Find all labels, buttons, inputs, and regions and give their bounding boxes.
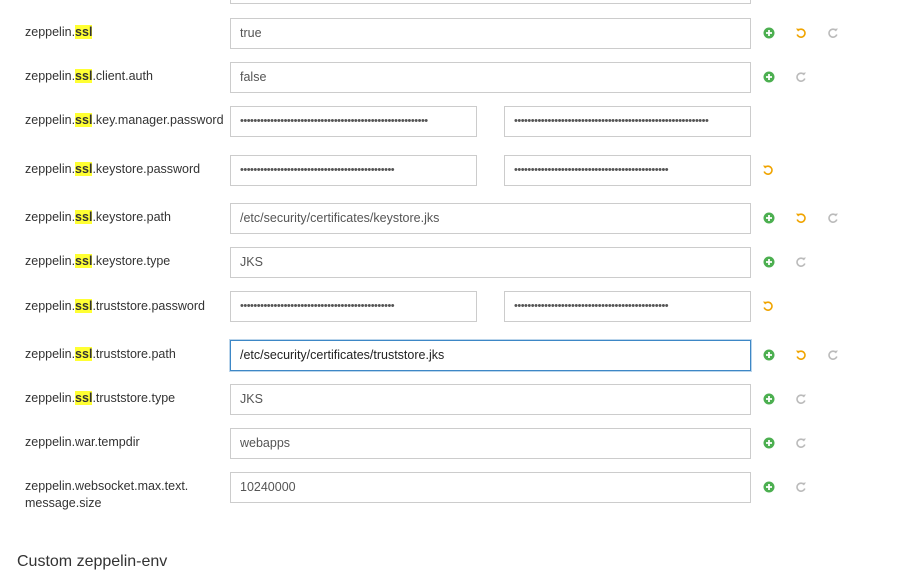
property-label-zeppelin-ssl: zeppelin.ssl [25, 24, 93, 41]
redo-icon[interactable] [826, 26, 840, 40]
label-rest: .keystore.password [92, 162, 201, 176]
add-icon[interactable] [762, 436, 776, 450]
add-icon[interactable] [762, 70, 776, 84]
redo-icon[interactable] [794, 480, 808, 494]
redo-icon[interactable] [794, 436, 808, 450]
add-icon[interactable] [762, 211, 776, 225]
property-value-input[interactable]: /etc/security/certificates/truststore.jk… [230, 340, 751, 371]
undo-icon[interactable] [794, 26, 808, 40]
property-label-zeppelin-websocket-max-text-message-size: zeppelin.websocket.max.text. message.siz… [25, 478, 188, 512]
label-rest: .keystore.path [92, 210, 171, 224]
label-prefix: zeppelin. [25, 299, 76, 313]
section-title: Custom zeppelin-env [17, 553, 168, 570]
property-label-zeppelin-ssl-truststore-password: zeppelin.ssl.truststore.password [25, 298, 205, 315]
password-confirm-input[interactable]: ••••••••••••••••••••••••••••••••••••••••… [504, 155, 751, 186]
search-highlight: ssl [75, 254, 93, 268]
property-value-input[interactable]: webapps [230, 428, 751, 459]
label-prefix: zeppelin. [25, 113, 76, 127]
search-highlight: ssl [75, 299, 93, 313]
property-label-zeppelin-ssl-keystore-path: zeppelin.ssl.keystore.path [25, 209, 171, 226]
search-highlight: ssl [75, 347, 93, 361]
property-label-zeppelin-ssl-truststore-type: zeppelin.ssl.truststore.type [25, 390, 175, 407]
search-highlight: ssl [75, 113, 93, 127]
property-label-zeppelin-ssl-keystore-type: zeppelin.ssl.keystore.type [25, 253, 170, 270]
label-rest: .truststore.password [92, 299, 205, 313]
undo-icon[interactable] [794, 348, 808, 362]
property-value-input[interactable]: /etc/security/certificates/keystore.jks [230, 203, 751, 234]
password-input[interactable]: ••••••••••••••••••••••••••••••••••••••••… [230, 155, 477, 186]
undo-icon[interactable] [794, 211, 808, 225]
property-label-zeppelin-ssl-client-auth: zeppelin.ssl.client.auth [25, 68, 153, 85]
search-highlight: ssl [75, 210, 93, 224]
label-rest: .keystore.type [92, 254, 171, 268]
property-label-zeppelin-war-tempdir: zeppelin.war.tempdir [25, 435, 140, 449]
password-confirm-input[interactable]: ••••••••••••••••••••••••••••••••••••••••… [504, 291, 751, 322]
label-prefix: zeppelin. [25, 162, 76, 176]
label-prefix: zeppelin. [25, 25, 76, 39]
label-prefix: zeppelin. [25, 69, 76, 83]
label-line-2: message.size [25, 496, 102, 510]
add-icon[interactable] [762, 348, 776, 362]
password-input[interactable]: ••••••••••••••••••••••••••••••••••••••••… [230, 106, 477, 137]
label-rest: .client.auth [92, 69, 153, 83]
search-highlight: ssl [75, 162, 93, 176]
property-value-input[interactable]: JKS [230, 384, 751, 415]
property-label-zeppelin-ssl-keystore-password: zeppelin.ssl.keystore.password [25, 161, 200, 178]
undo-icon[interactable] [761, 163, 775, 177]
search-highlight: ssl [75, 391, 93, 405]
redo-icon[interactable] [794, 70, 808, 84]
redo-icon[interactable] [826, 211, 840, 225]
property-value-input[interactable]: 10240000 [230, 472, 751, 503]
previous-property-input[interactable] [230, 0, 751, 4]
password-input[interactable]: ••••••••••••••••••••••••••••••••••••••••… [230, 291, 477, 322]
redo-icon[interactable] [794, 255, 808, 269]
property-label-zeppelin-ssl-truststore-path: zeppelin.ssl.truststore.path [25, 346, 176, 363]
search-highlight: ssl [75, 25, 93, 39]
property-label-zeppelin-ssl-key-manager-password: zeppelin.ssl.key.manager.password [25, 112, 224, 129]
label-rest: .truststore.type [92, 391, 176, 405]
label-prefix: zeppelin. [25, 254, 76, 268]
search-highlight: ssl [75, 69, 93, 83]
label-prefix: zeppelin. [25, 391, 76, 405]
property-value-input[interactable]: false [230, 62, 751, 93]
redo-icon[interactable] [826, 348, 840, 362]
add-icon[interactable] [762, 26, 776, 40]
label-rest: .truststore.path [92, 347, 176, 361]
property-value-input[interactable]: true [230, 18, 751, 49]
add-icon[interactable] [762, 255, 776, 269]
label-prefix: zeppelin. [25, 347, 76, 361]
add-icon[interactable] [762, 392, 776, 406]
add-icon[interactable] [762, 480, 776, 494]
property-value-input[interactable]: JKS [230, 247, 751, 278]
password-confirm-input[interactable]: ••••••••••••••••••••••••••••••••••••••••… [504, 106, 751, 137]
undo-icon[interactable] [761, 299, 775, 313]
label-rest: .key.manager.password [92, 113, 224, 127]
redo-icon[interactable] [794, 392, 808, 406]
label-line-1: zeppelin.websocket.max.text. [25, 479, 189, 493]
label-prefix: zeppelin. [25, 210, 76, 224]
